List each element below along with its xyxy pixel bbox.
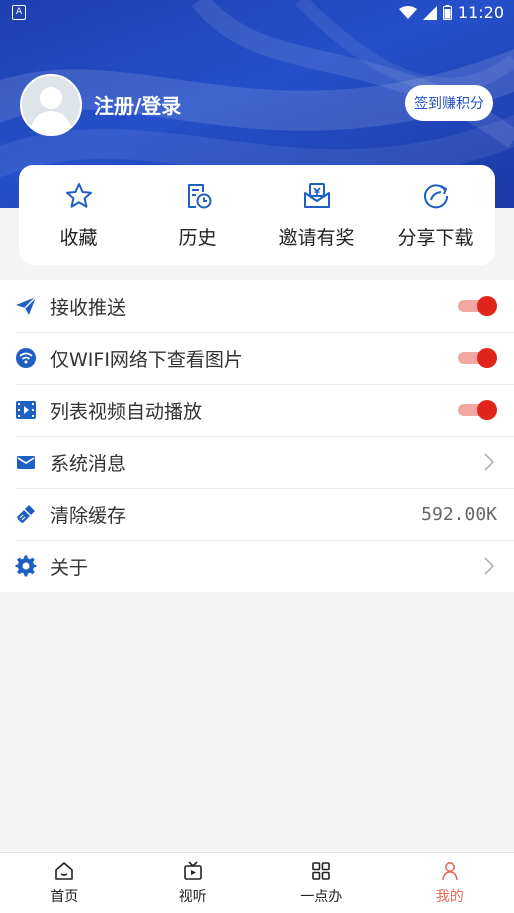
quick-action-label: 邀请有奖 <box>278 223 354 250</box>
default-avatar-icon <box>22 76 80 134</box>
setting-label: 仅WIFI网络下查看图片 <box>50 345 243 372</box>
quick-action-history[interactable]: 历史 <box>138 165 257 265</box>
avatar[interactable] <box>20 74 82 136</box>
bottom-navigation: 首页 视听 一点办 我的 <box>0 852 514 913</box>
setting-wifi-images[interactable]: 仅WIFI网络下查看图片 <box>0 332 514 384</box>
push-toggle[interactable] <box>458 296 496 316</box>
settings-list: 接收推送 仅WIFI网络下查看图片 列表视频自动播放 <box>0 280 514 592</box>
quick-action-invite[interactable]: 邀请有奖 <box>257 165 376 265</box>
mail-icon <box>15 451 37 473</box>
setting-about[interactable]: 关于 <box>0 540 514 592</box>
wifi-images-toggle[interactable] <box>458 348 496 368</box>
autoplay-toggle[interactable] <box>458 400 496 420</box>
quick-action-label: 收藏 <box>59 223 97 250</box>
history-icon <box>183 181 213 211</box>
status-time: 11:20 <box>458 3 504 22</box>
send-icon <box>15 295 37 317</box>
video-icon <box>183 861 203 881</box>
setting-label: 关于 <box>50 553 88 580</box>
quick-action-share[interactable]: 分享下载 <box>376 165 495 265</box>
tab-services[interactable]: 一点办 <box>257 853 386 913</box>
setting-label: 系统消息 <box>50 449 126 476</box>
wifi-icon <box>399 6 417 20</box>
setting-autoplay[interactable]: 列表视频自动播放 <box>0 384 514 436</box>
notification-icon: A <box>12 5 26 20</box>
grid-icon <box>311 861 331 881</box>
quick-action-label: 历史 <box>178 223 216 250</box>
setting-label: 清除缓存 <box>50 501 126 528</box>
gift-icon <box>302 181 332 211</box>
broom-icon <box>15 503 37 525</box>
quick-action-label: 分享下载 <box>397 223 473 250</box>
home-icon <box>54 861 74 881</box>
wifi-circle-icon <box>15 347 37 369</box>
setting-label: 列表视频自动播放 <box>50 397 202 424</box>
tab-video[interactable]: 视听 <box>129 853 258 913</box>
chevron-right-icon <box>484 557 494 575</box>
tab-label: 首页 <box>50 886 78 906</box>
quick-actions-card: 收藏 历史 邀请有奖 分享下载 <box>19 165 495 265</box>
checkin-button[interactable]: 签到赚积分 <box>405 85 493 121</box>
quick-action-favorites[interactable]: 收藏 <box>19 165 138 265</box>
setting-push[interactable]: 接收推送 <box>0 280 514 332</box>
tab-home[interactable]: 首页 <box>0 853 129 913</box>
battery-icon <box>443 5 452 20</box>
setting-clear-cache[interactable]: 清除缓存 592.00K <box>0 488 514 540</box>
cache-size-value: 592.00K <box>421 504 497 525</box>
setting-label: 接收推送 <box>50 293 126 320</box>
tab-mine[interactable]: 我的 <box>386 853 514 913</box>
status-bar: A 11:20 <box>0 0 514 26</box>
login-register-link[interactable]: 注册/登录 <box>94 90 181 119</box>
tab-label: 我的 <box>436 886 464 906</box>
user-icon <box>440 861 460 881</box>
tab-label: 视听 <box>179 886 207 906</box>
video-play-icon <box>15 399 37 421</box>
share-icon <box>421 181 451 211</box>
gear-icon <box>15 555 37 577</box>
tab-label: 一点办 <box>300 886 342 906</box>
setting-messages[interactable]: 系统消息 <box>0 436 514 488</box>
star-icon <box>64 181 94 211</box>
chevron-right-icon <box>484 453 494 471</box>
signal-icon <box>423 6 437 20</box>
